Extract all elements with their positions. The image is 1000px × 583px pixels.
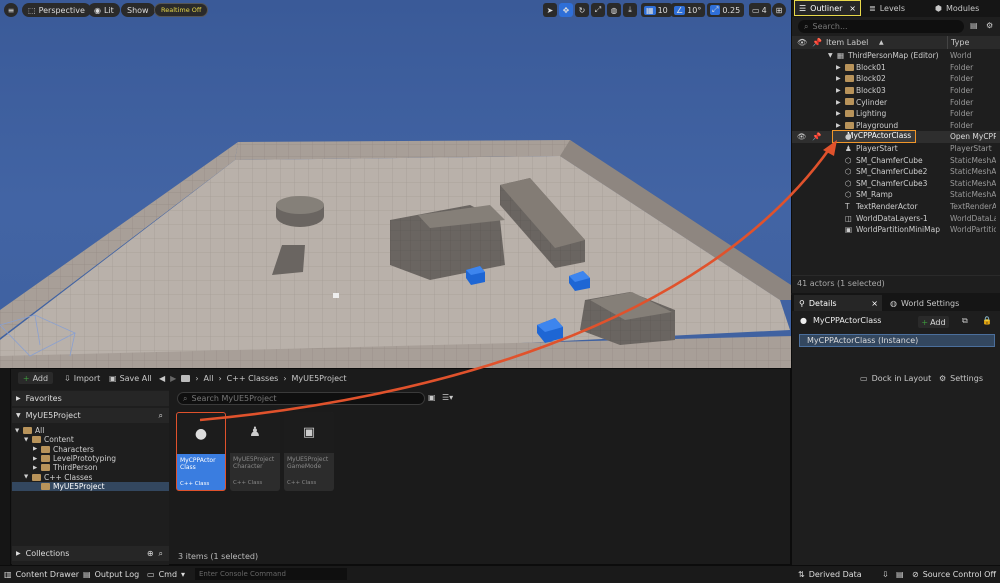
console-placeholder: Enter Console Command — [199, 570, 287, 578]
source-control-label: Source Control Off — [922, 569, 996, 579]
output-log-button[interactable]: ▤ Output Log — [83, 565, 139, 583]
cmd-label: Cmd — [158, 569, 178, 579]
terminal-icon: ▭ — [147, 569, 155, 579]
output-log-icon: ▤ — [83, 569, 91, 579]
revision-icon[interactable]: ▤ — [896, 565, 904, 583]
console-command-input[interactable]: Enter Console Command — [195, 568, 347, 580]
notifications-icon[interactable]: ⇩ — [882, 565, 889, 583]
cmd-dropdown[interactable]: ▭ Cmd ▾ — [147, 565, 185, 583]
chevron-down-icon: ▾ — [181, 569, 186, 579]
source-control-button[interactable]: ⊘ Source Control Off — [912, 565, 996, 583]
source-control-off-icon: ⊘ — [912, 569, 919, 579]
content-drawer-icon: ▥ — [4, 569, 12, 579]
actor-sphere-icon: ● — [845, 132, 852, 142]
derived-data-button[interactable]: ⇅ Derived Data — [798, 565, 862, 583]
output-log-label: Output Log — [94, 569, 140, 579]
content-drawer-label: Content Drawer — [15, 569, 80, 579]
annotation-arrow — [199, 140, 837, 422]
content-drawer-button[interactable]: ▥ Content Drawer — [4, 565, 79, 583]
derived-data-icon: ⇅ — [798, 569, 805, 579]
derived-data-label: Derived Data — [808, 569, 862, 579]
